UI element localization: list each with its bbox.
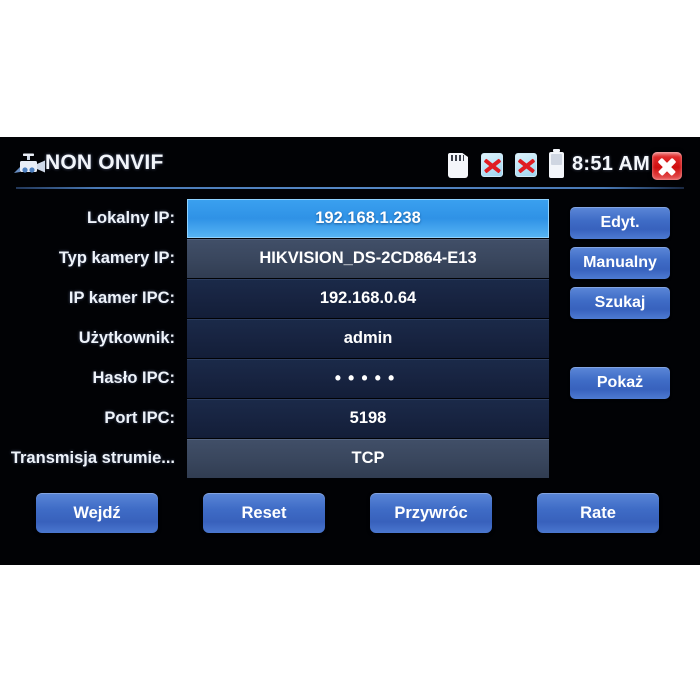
label-ip-camera-type: Typ kamery IP: (58, 249, 175, 267)
field-stream-transmission[interactable]: TCP (187, 439, 549, 478)
field-ipc-password[interactable]: ••••• (187, 359, 549, 398)
field-username[interactable]: admin (187, 319, 549, 358)
form-row-ipc-port: Port IPC: 5198 (0, 399, 700, 438)
title-bar: NON ONVIF 8:51 AM (0, 137, 700, 189)
close-button[interactable] (652, 152, 682, 180)
field-local-ip[interactable]: 192.168.1.238 (187, 199, 549, 238)
field-ip-camera-type[interactable]: HIKVISION_DS-2CD864-E13 (187, 239, 549, 278)
battery-icon (549, 149, 564, 178)
settings-form: Lokalny IP: 192.168.1.238 Typ kamery IP:… (0, 199, 700, 479)
show-button[interactable]: Pokaż (570, 367, 670, 399)
enter-button[interactable]: Wejdź (36, 493, 158, 533)
restore-button[interactable]: Przywróc (370, 493, 492, 533)
label-ipc-camera-ip: IP kamer IPC: (68, 289, 175, 307)
form-row-stream-transmission: Transmisja strumie... TCP (0, 439, 700, 478)
screenshot-root: NON ONVIF 8:51 AM Lokalny IP: 192.168.1.… (0, 0, 700, 700)
field-ipc-camera-ip[interactable]: 192.168.0.64 (187, 279, 549, 318)
sd-card-icon (448, 153, 468, 178)
label-username: Użytkownik: (78, 329, 175, 347)
field-ipc-port[interactable]: 5198 (187, 399, 549, 438)
search-button[interactable]: Szukaj (570, 287, 670, 319)
network-disconnected-icon-2 (515, 153, 537, 177)
clock-label: 8:51 AM (572, 153, 651, 175)
reset-button[interactable]: Reset (203, 493, 325, 533)
label-ipc-port: Port IPC: (104, 409, 175, 427)
label-local-ip: Lokalny IP: (86, 209, 175, 227)
form-row-username: Użytkownik: admin (0, 319, 700, 358)
page-title: NON ONVIF (45, 151, 164, 174)
label-ipc-password: Hasło IPC: (92, 369, 175, 387)
device-panel: NON ONVIF 8:51 AM Lokalny IP: 192.168.1.… (0, 137, 700, 565)
bottom-button-bar: Wejdź Reset Przywróc Rate (0, 493, 700, 535)
edit-button[interactable]: Edyt. (570, 207, 670, 239)
manual-button[interactable]: Manualny (570, 247, 670, 279)
label-stream-transmission: Transmisja strumie... (10, 449, 175, 467)
camera-icon (14, 153, 45, 173)
network-disconnected-icon-1 (481, 153, 503, 177)
rate-button[interactable]: Rate (537, 493, 659, 533)
title-divider (16, 187, 684, 189)
